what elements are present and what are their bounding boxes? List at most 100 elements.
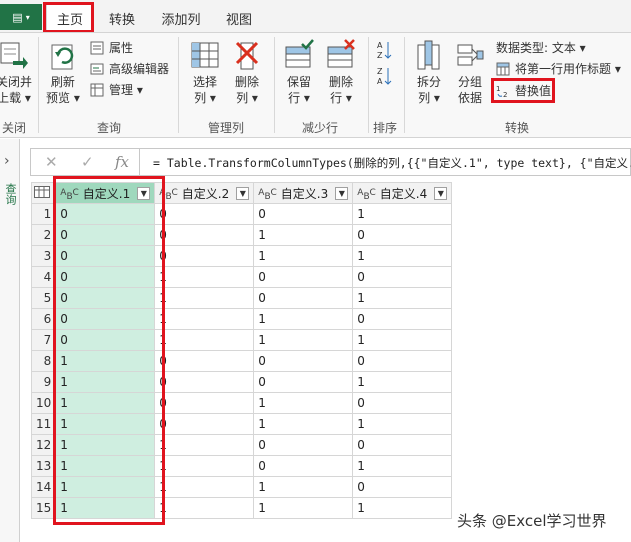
table-cell[interactable]: 1 bbox=[352, 497, 453, 519]
table-cell[interactable]: 0 bbox=[253, 434, 354, 456]
queries-pane-collapsed[interactable]: › 查询 bbox=[0, 139, 20, 542]
table-cell[interactable]: 1 bbox=[253, 392, 354, 414]
table-cell[interactable]: 0 bbox=[352, 476, 453, 498]
remove-columns-icon bbox=[235, 41, 259, 70]
table-cell[interactable]: 1 bbox=[352, 287, 453, 309]
table-cell[interactable]: 0 bbox=[352, 350, 453, 372]
ribbon-separator bbox=[178, 37, 179, 133]
table-cell[interactable]: 0 bbox=[154, 413, 255, 435]
table-cell[interactable]: 0 bbox=[352, 392, 453, 414]
table-cell[interactable]: 0 bbox=[253, 371, 354, 393]
chevron-right-icon[interactable]: › bbox=[4, 153, 10, 169]
sort-ascending-button[interactable]: A Z bbox=[376, 39, 392, 61]
table-cell[interactable]: 1 bbox=[253, 329, 354, 351]
group-label-manage-columns: 管理列 bbox=[208, 121, 245, 135]
table-cell[interactable]: 1 bbox=[253, 476, 354, 498]
sort-descending-button[interactable]: Z A bbox=[376, 65, 392, 87]
group-label-query: 查询 bbox=[97, 121, 122, 135]
group-label-close: 关闭 bbox=[2, 121, 27, 135]
table-cell[interactable]: 1 bbox=[253, 413, 354, 435]
formula-input[interactable]: = Table.TransformColumnTypes(删除的列,{{"自定义… bbox=[153, 155, 631, 171]
column-header[interactable]: ABC 自定义.2 ▼ bbox=[154, 182, 255, 204]
split-column-icon bbox=[417, 40, 440, 70]
tab-add-column[interactable]: 添加列 bbox=[152, 6, 210, 30]
table-cell[interactable]: 1 bbox=[352, 329, 453, 351]
manage-label: 管理 ▾ bbox=[109, 83, 143, 97]
watermark: 头条 @Excel学习世界 bbox=[457, 512, 607, 530]
svg-text:A: A bbox=[377, 77, 383, 86]
highlight-box-column-1 bbox=[53, 176, 165, 525]
text-type-icon[interactable]: ABC bbox=[258, 189, 277, 202]
column-header[interactable]: ABC 自定义.4 ▼ bbox=[352, 182, 453, 204]
remove-rows-label: 删除 bbox=[328, 75, 353, 89]
tab-transform[interactable]: 转换 bbox=[100, 6, 144, 30]
remove-columns-button[interactable]: 删除 列 ▾ bbox=[232, 39, 262, 106]
use-first-row-as-headers-button[interactable]: 将第一行用作标题 ▾ bbox=[496, 59, 621, 78]
table-cell[interactable]: 1 bbox=[253, 224, 354, 246]
table-cell[interactable]: 1 bbox=[352, 203, 453, 225]
table-cell[interactable]: 1 bbox=[352, 455, 453, 477]
table-cell[interactable]: 1 bbox=[352, 371, 453, 393]
ribbon: 关闭并 上载 ▾ 关闭 刷新 预览 ▾ 属性 高级编辑器 管理 ▾ 查询 选择 … bbox=[0, 32, 631, 138]
table-cell[interactable]: 1 bbox=[154, 308, 255, 330]
remove-rows-button[interactable]: 删除 行 ▾ bbox=[326, 39, 356, 106]
group-label-reduce-rows: 减少行 bbox=[302, 121, 339, 135]
queries-pane-label: 查询 bbox=[4, 183, 17, 205]
close-and-load-label-2: 上载 ▾ bbox=[0, 91, 31, 105]
close-and-load-button[interactable]: 关闭并 上载 ▾ bbox=[0, 39, 32, 106]
table-cell[interactable]: 1 bbox=[154, 266, 255, 288]
table-cell[interactable]: 1 bbox=[154, 434, 255, 456]
table-cell[interactable]: 0 bbox=[253, 455, 354, 477]
insert-function-icon[interactable]: fx bbox=[115, 153, 129, 171]
chevron-down-icon[interactable]: ▼ bbox=[335, 186, 349, 200]
group-by-label-2: 依据 bbox=[457, 91, 482, 105]
table-cell[interactable]: 0 bbox=[352, 224, 453, 246]
table-cell[interactable]: 0 bbox=[352, 266, 453, 288]
table-cell[interactable]: 0 bbox=[253, 350, 354, 372]
table-cell[interactable]: 1 bbox=[154, 329, 255, 351]
table-cell[interactable]: 0 bbox=[154, 350, 255, 372]
table-cell[interactable]: 0 bbox=[154, 224, 255, 246]
group-by-button[interactable]: 分组 依据 bbox=[455, 39, 485, 106]
table-cell[interactable]: 1 bbox=[253, 308, 354, 330]
table-cell[interactable]: 0 bbox=[154, 245, 255, 267]
column-header[interactable]: ABC 自定义.3 ▼ bbox=[253, 182, 354, 204]
advanced-editor-button[interactable]: 高级编辑器 bbox=[90, 59, 169, 78]
split-column-button[interactable]: 拆分 列 ▾ bbox=[414, 39, 444, 106]
refresh-preview-label: 刷新 bbox=[50, 75, 75, 89]
choose-columns-button[interactable]: 选择 列 ▾ bbox=[190, 39, 220, 106]
table-cell[interactable]: 0 bbox=[253, 287, 354, 309]
table-cell[interactable]: 0 bbox=[154, 203, 255, 225]
tab-transform-label: 转换 bbox=[108, 12, 135, 28]
table-cell[interactable]: 1 bbox=[352, 245, 453, 267]
tab-view[interactable]: 视图 bbox=[218, 6, 260, 30]
use-first-row-icon bbox=[496, 62, 510, 75]
table-cell[interactable]: 0 bbox=[154, 392, 255, 414]
confirm-formula-icon[interactable]: ✓ bbox=[81, 153, 94, 171]
table-cell[interactable]: 0 bbox=[253, 266, 354, 288]
table-cell[interactable]: 0 bbox=[154, 371, 255, 393]
table-cell[interactable]: 1 bbox=[154, 476, 255, 498]
chevron-down-icon[interactable]: ▼ bbox=[236, 186, 250, 200]
refresh-preview-button[interactable]: 刷新 预览 ▾ bbox=[46, 39, 80, 106]
table-cell[interactable]: 1 bbox=[154, 455, 255, 477]
group-by-label: 分组 bbox=[457, 75, 482, 89]
table-cell[interactable]: 0 bbox=[352, 308, 453, 330]
keep-rows-button[interactable]: 保留 行 ▾ bbox=[284, 39, 314, 106]
manage-button[interactable]: 管理 ▾ bbox=[90, 80, 143, 99]
table-cell[interactable]: 1 bbox=[352, 413, 453, 435]
data-type-dropdown[interactable]: 数据类型: 文本 ▾ bbox=[496, 38, 586, 57]
chevron-down-icon[interactable]: ▼ bbox=[434, 186, 448, 200]
table-cell[interactable]: 1 bbox=[253, 245, 354, 267]
cancel-formula-icon[interactable]: ✕ bbox=[45, 153, 58, 171]
table-cell[interactable]: 0 bbox=[253, 203, 354, 225]
table-cell[interactable]: 0 bbox=[352, 434, 453, 456]
table-cell[interactable]: 1 bbox=[253, 497, 354, 519]
close-and-load-icon bbox=[0, 42, 28, 69]
text-type-icon[interactable]: ABC bbox=[357, 189, 376, 202]
properties-button[interactable]: 属性 bbox=[90, 38, 133, 57]
table-cell[interactable]: 1 bbox=[154, 497, 255, 519]
table-cell[interactable]: 1 bbox=[154, 287, 255, 309]
choose-columns-icon bbox=[191, 42, 219, 68]
file-menu-button[interactable]: ▤ ▾ bbox=[0, 4, 42, 30]
